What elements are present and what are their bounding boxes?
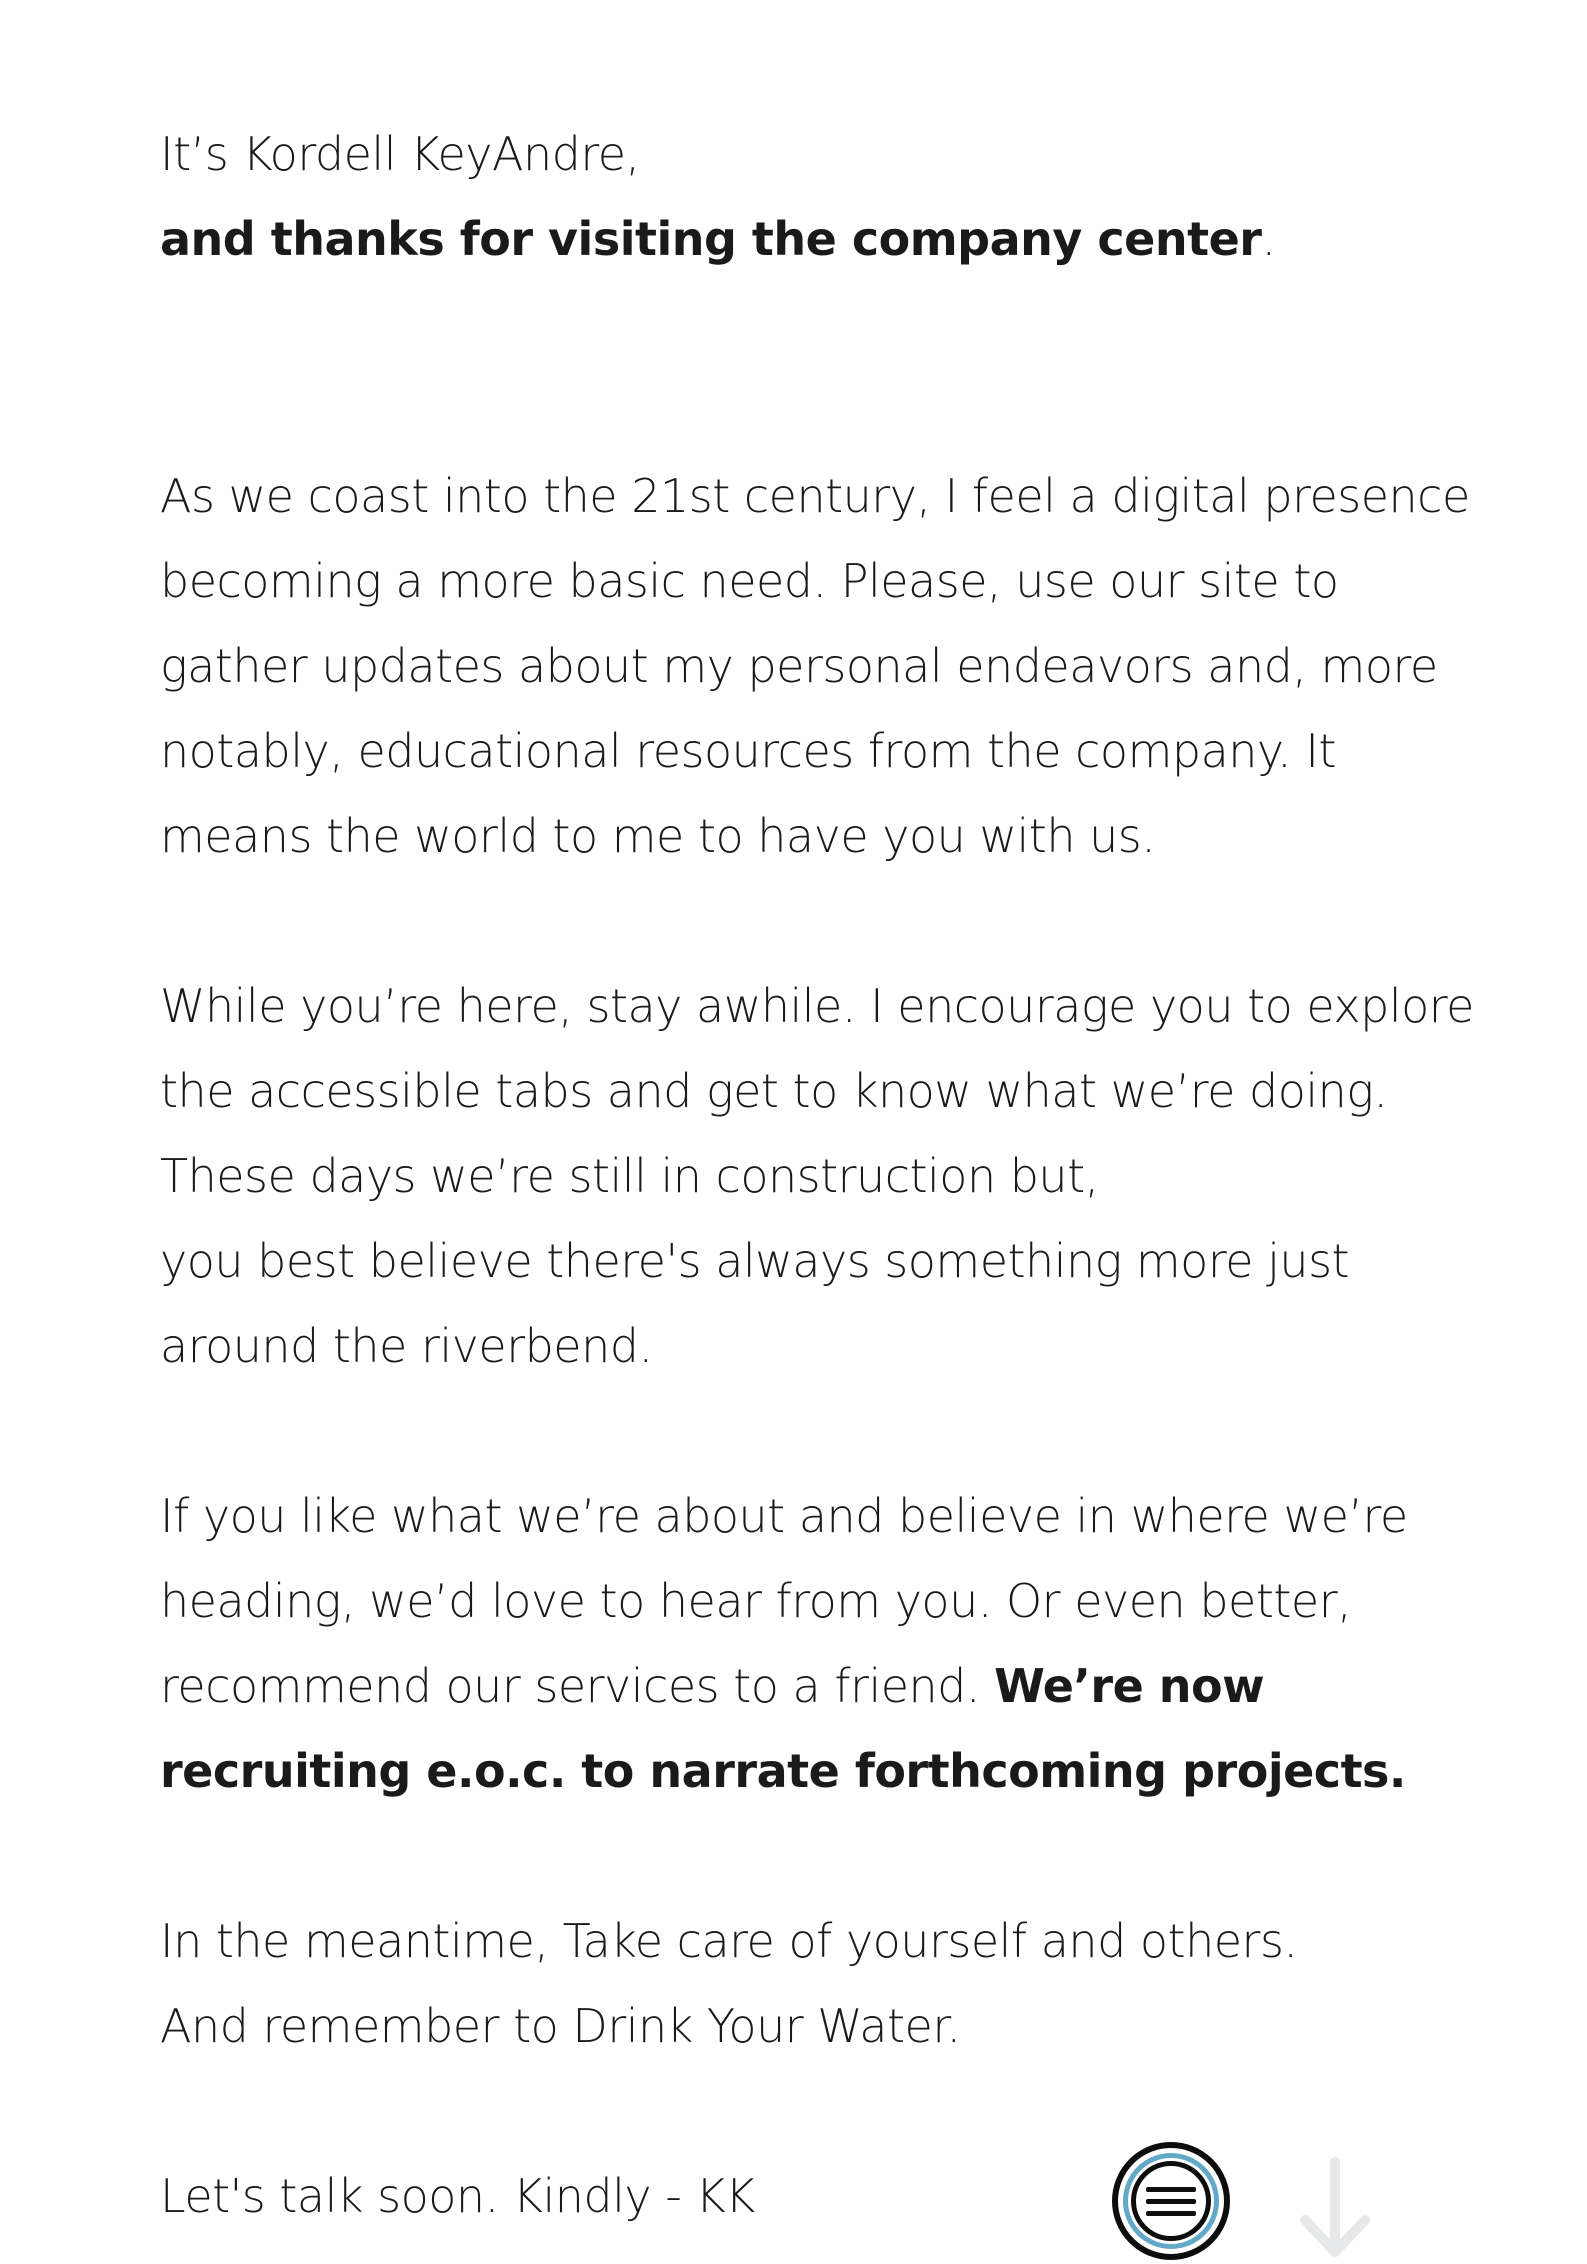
paragraph-line: While you’re here, stay awhile. I encour… (160, 979, 1474, 1033)
paragraph-line: notably, educational resources from the … (160, 724, 1336, 778)
paragraph-line: recommend our services to a friend. We’r… (160, 1644, 1460, 1729)
recommend-text: recommend our services to a friend. (160, 1659, 995, 1713)
welcome-letter: It’s Kordell KeyAndre, and thanks for vi… (160, 112, 1474, 2260)
paragraph-stay-awhile: While you’re here, stay awhile. I encour… (160, 964, 1474, 1389)
greeting-line: It’s Kordell KeyAndre, (160, 127, 640, 181)
paragraph-line: around the riverbend. (160, 1319, 653, 1373)
menu-button-ring (1123, 2153, 1219, 2249)
paragraph-line: means the world to me to have you with u… (160, 809, 1156, 863)
menu-bar (1146, 2198, 1196, 2204)
paragraph-line: In the meantime, Take care of yourself a… (160, 1914, 1298, 1968)
menu-bar (1146, 2210, 1196, 2216)
greeting-thanks-period: . (1261, 212, 1276, 266)
paragraph-line: the accessible tabs and get to know what… (160, 1064, 1388, 1118)
greeting-thanks-line: and thanks for visiting the company cent… (160, 197, 1460, 282)
menu-button[interactable] (1112, 2142, 1230, 2260)
paragraph-recruiting: If you like what we’re about and believe… (160, 1474, 1460, 1814)
recruiting-highlight-line: recruiting e.o.c. to narrate forthcoming… (160, 1744, 1406, 1798)
paragraph-line: gather updates about my personal endeavo… (160, 639, 1438, 693)
paragraph-digital-presence: As we coast into the 21st century, I fee… (160, 454, 1470, 879)
paragraph-line: heading, we’d love to hear from you. Or … (160, 1574, 1352, 1628)
paragraph-line: As we coast into the 21st century, I fee… (160, 469, 1470, 523)
signoff-row: Let's talk soon. Kindly - KK (160, 2142, 1460, 2260)
menu-bar (1146, 2186, 1196, 2192)
paragraph-line: And remember to Drink Your Water. (160, 1999, 961, 2053)
paragraph-meantime: In the meantime, Take care of yourself a… (160, 1899, 1460, 2069)
greeting-thanks-bold: and thanks for visiting the company cent… (160, 212, 1262, 266)
signoff-text: Let's talk soon. Kindly - KK (160, 2169, 755, 2223)
paragraph-line: becoming a more basic need. Please, use … (160, 554, 1339, 608)
recruiting-highlight: We’re now (994, 1659, 1265, 1713)
scroll-down-button[interactable] (1295, 2154, 1375, 2264)
paragraph-line: These days we’re still in construction b… (160, 1149, 1099, 1203)
hamburger-menu-icon (1131, 2161, 1211, 2241)
arrow-down-icon (1300, 2157, 1370, 2257)
paragraph-line: If you like what we’re about and believe… (160, 1489, 1408, 1543)
paragraph-line: you best believe there's always somethin… (160, 1234, 1350, 1288)
